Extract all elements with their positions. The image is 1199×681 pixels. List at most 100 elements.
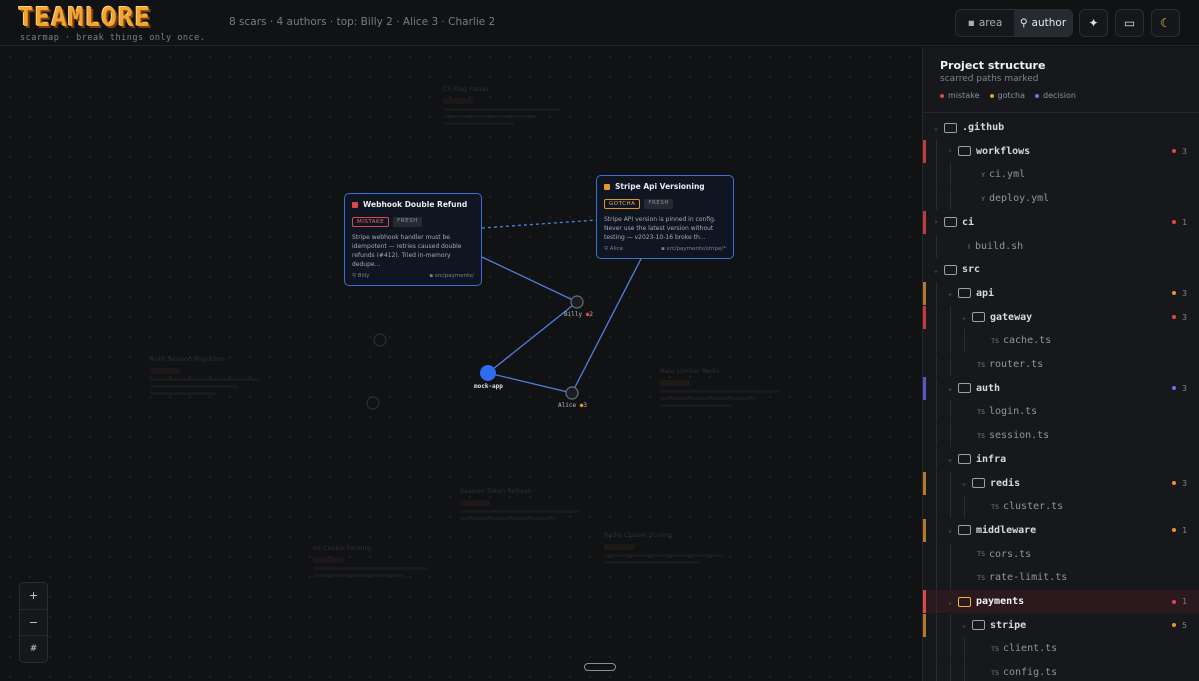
tree-guide-line <box>936 329 937 353</box>
tree-folder-payments[interactable]: ⌄ payments 1 <box>923 590 1199 613</box>
folder-icon <box>944 122 957 133</box>
folder-icon <box>972 478 985 488</box>
tree-file-session.ts[interactable]: TS session.ts <box>923 424 1199 448</box>
tree-guide-line <box>936 542 937 566</box>
theme-toggle-button[interactable]: ☾ <box>1151 9 1180 37</box>
ghost-card[interactable]: Session Token Refresh <box>460 487 580 520</box>
ghost-card[interactable]: Cli Flag Parser <box>443 85 561 125</box>
ghost-card[interactable]: Ini Cookie Parsing <box>313 544 428 577</box>
center-node <box>480 365 496 381</box>
chevron-down-icon[interactable]: ⌄ <box>959 313 969 321</box>
author-name: Billy <box>357 273 370 279</box>
scar-count: 3 <box>1172 147 1187 156</box>
sparkle-button[interactable]: ✦ <box>1079 9 1108 37</box>
tree-file-login.ts[interactable]: TS login.ts <box>923 400 1199 424</box>
folder-icon <box>958 596 971 607</box>
tree-file-cache.ts[interactable]: TS cache.ts <box>923 329 1199 353</box>
tree-item-label: client.ts <box>1003 643 1058 655</box>
chevron-down-icon[interactable]: ⌄ <box>959 621 969 629</box>
chevron-down-icon[interactable]: › <box>945 147 955 155</box>
tree-guide-line <box>950 471 951 495</box>
chevron-down-icon[interactable]: › <box>931 218 941 226</box>
tree-file-rate-limit.ts[interactable]: TS rate-limit.ts <box>923 566 1199 590</box>
tree-item-label: router.ts <box>989 359 1044 370</box>
tree-folder-workflows[interactable]: › workflows 3 <box>923 139 1199 163</box>
teamlore-logo[interactable]: TEAMLORE <box>18 3 151 33</box>
canvas-scroll-handle[interactable] <box>584 663 616 671</box>
fresh-badge: FRESH <box>393 217 422 227</box>
tree-file-router.ts[interactable]: TS router.ts <box>923 353 1199 376</box>
chevron-down-icon[interactable]: ⌄ <box>945 384 955 392</box>
folder-icon <box>958 454 971 465</box>
author-view-button[interactable]: ⚲ author <box>1014 10 1072 36</box>
gotcha-dot-icon <box>989 93 994 98</box>
scar-count: 1 <box>1172 597 1187 606</box>
tree-file-ci.yml[interactable]: Yci.yml <box>923 163 1199 187</box>
chevron-down-icon[interactable]: ⌄ <box>959 479 969 487</box>
scar-map-canvas[interactable]: Cli Flag Parser Auth Session Migration R… <box>0 47 922 681</box>
tree-file-cors.ts[interactable]: TS cors.ts <box>923 542 1199 566</box>
scar-card-webhook-double-refund[interactable]: Webhook Double Refund MISTAKE FRESH Stri… <box>344 193 482 286</box>
chevron-down-icon[interactable]: ⌄ <box>945 598 955 606</box>
scar-marker <box>923 210 926 234</box>
fit-view-button[interactable]: # <box>20 636 47 662</box>
person-icon: ⚲ <box>1019 17 1028 29</box>
tree-file-client.ts[interactable]: TS client.ts <box>923 637 1199 661</box>
gotcha-dot-icon <box>604 183 610 190</box>
ghost-card[interactable]: Rate Limiter Redis <box>660 367 780 407</box>
tree-folder-.github[interactable]: ⌄ .github <box>923 116 1199 139</box>
tree-folder-gateway[interactable]: ⌄ gateway 3 <box>923 305 1199 329</box>
card-footer: ⚲ Billy ▪ src/payments/ <box>352 273 474 279</box>
tree-folder-auth[interactable]: ⌄ auth 3 <box>923 376 1199 400</box>
tree-item-label: config.ts <box>1003 667 1058 679</box>
path-text: src/payments/ <box>434 273 474 279</box>
ghost-card[interactable]: Redis Cluster Scaling <box>604 531 724 564</box>
scar-card-stripe-api-versioning[interactable]: Stripe Api Versioning GOTCHA FRESH Strip… <box>596 175 734 259</box>
ghost-card[interactable]: Auth Session Migration <box>150 355 260 395</box>
tree-folder-src[interactable]: ⌄ src <box>923 258 1199 281</box>
area-view-button[interactable]: ▪ area <box>956 10 1014 36</box>
ghost-badge <box>604 544 634 550</box>
tree-folder-infra[interactable]: ⌄ infra <box>923 447 1199 471</box>
ghost-card-title: Cli Flag Parser <box>443 85 490 93</box>
tree-folder-stripe[interactable]: ⌄ stripe 5 <box>923 613 1199 637</box>
zoom-out-button[interactable]: − <box>20 610 47 637</box>
tree-guide-line <box>936 234 937 258</box>
ghost-badge <box>660 380 690 386</box>
tree-folder-middleware[interactable]: ⌄ middleware 1 <box>923 518 1199 542</box>
tree-guide-line <box>964 661 965 681</box>
file-type-icon: TS <box>991 502 999 511</box>
scar-count: 5 <box>1172 621 1187 630</box>
tree-item-label: infra <box>976 453 1007 465</box>
screen-button[interactable]: ▭ <box>1115 9 1144 37</box>
tree-folder-ci[interactable]: › ci 1 <box>923 210 1199 234</box>
legend-gotcha: gotcha <box>989 91 1025 100</box>
link-webhook-stripe <box>481 219 598 229</box>
scar-dot-icon <box>1172 481 1177 485</box>
tree-item-label: auth <box>976 382 1001 394</box>
tree-item-label: build.sh <box>975 240 1024 252</box>
tree-folder-redis[interactable]: ⌄ redis 3 <box>923 471 1199 495</box>
path-text: src/payments/stripe/* <box>666 246 726 252</box>
chevron-down-icon[interactable]: ⌄ <box>931 124 941 132</box>
scar-legend: mistake gotcha decision <box>940 91 1076 100</box>
chevron-down-icon[interactable]: ⌄ <box>945 455 955 463</box>
tree-file-config.ts[interactable]: TS config.ts <box>923 661 1199 681</box>
zoom-in-button[interactable]: + <box>20 583 47 610</box>
fresh-badge: FRESH <box>644 199 673 209</box>
chevron-down-icon[interactable]: ⌄ <box>945 526 955 534</box>
chevron-down-icon[interactable]: ⌄ <box>945 289 955 297</box>
tree-file-cluster.ts[interactable]: TS cluster.ts <box>923 495 1199 519</box>
scar-dot-icon <box>1172 220 1177 225</box>
tree-guide-line <box>950 424 951 448</box>
tree-file-build.sh[interactable]: ▯ build.sh <box>923 234 1199 258</box>
chevron-down-icon[interactable]: ⌄ <box>931 266 941 274</box>
scar-marker <box>923 613 926 637</box>
tree-folder-api[interactable]: ⌄ api 3 <box>923 281 1199 305</box>
tree-item-label: rate-limit.ts <box>989 572 1068 584</box>
scar-stats: 8 scars · 4 authors · top: Billy 2 · Ali… <box>229 16 496 28</box>
view-toggle: ▪ area ⚲ author <box>955 9 1073 37</box>
folder-icon <box>958 383 971 394</box>
card-title-text: Webhook Double Refund <box>363 200 468 209</box>
tree-file-deploy.yml[interactable]: Ydeploy.yml <box>923 187 1199 211</box>
